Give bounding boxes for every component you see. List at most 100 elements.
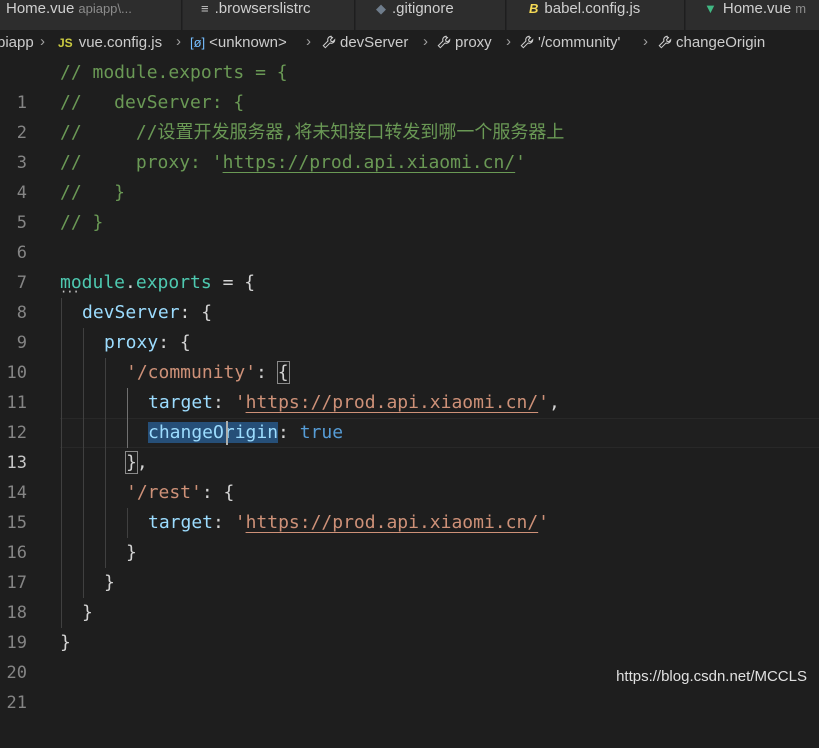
code-line: 15 '/rest': { xyxy=(0,478,819,533)
code-key: target xyxy=(148,392,214,413)
tab-gitignore[interactable]: ◆ .gitignore xyxy=(356,0,506,30)
code-property: changeOrigin: true xyxy=(148,418,343,448)
tab-babel-config[interactable]: Bbabel.config.js xyxy=(507,0,685,30)
wrench-icon xyxy=(520,35,534,49)
tab-path: apiapp\... xyxy=(78,1,132,16)
word-part: rigin xyxy=(223,422,279,443)
code-property: devServer: { xyxy=(82,298,212,328)
code-property: '/rest': { xyxy=(126,478,234,508)
tab-path: m xyxy=(795,1,807,16)
breadcrumb-proxy[interactable]: proxy xyxy=(437,34,492,51)
code-line: 16 target: 'https://prod.api.xiaomi.cn/' xyxy=(0,508,819,563)
word-part: changeO xyxy=(148,422,224,443)
tab-label: babel.config.js xyxy=(544,0,641,17)
chevron-right-icon: › xyxy=(506,33,511,50)
chevron-right-icon: › xyxy=(40,33,45,50)
code-line: 7 xyxy=(0,238,819,293)
code-comment: // proxy: 'https://prod.api.xiaomi.cn/' xyxy=(60,148,526,178)
tab-label: .gitignore xyxy=(392,0,454,17)
watermark: https://blog.csdn.net/MCCLS xyxy=(616,668,807,685)
code-dot: . xyxy=(125,272,136,293)
wrench-icon xyxy=(437,35,451,49)
breadcrumb-devserver[interactable]: devServer xyxy=(322,34,408,51)
code-line-current: 13 changeOrigin: true xyxy=(0,418,819,473)
code-line: 9 devServer: { xyxy=(0,298,819,353)
text-cursor xyxy=(226,421,228,445)
chevron-right-icon: › xyxy=(306,33,311,50)
breadcrumb-unknown-label: <unknown> xyxy=(209,34,287,51)
code-quote: ' xyxy=(538,512,550,533)
chevron-right-icon: › xyxy=(176,33,181,50)
breadcrumb-changeorigin[interactable]: changeOrigin xyxy=(658,34,765,51)
tab-label: Home.vue xyxy=(722,0,792,17)
code-closing: }, xyxy=(125,448,148,478)
code-editor[interactable]: ··· 1 // module.exports = { 2 // devServ… xyxy=(0,58,819,713)
matched-brace: { xyxy=(276,361,290,384)
breadcrumb-file[interactable]: JS vue.config.js xyxy=(58,34,162,51)
git-icon: ◆ xyxy=(376,1,386,16)
code-line: 19 } xyxy=(0,598,819,653)
object-icon: [ø] xyxy=(190,35,206,50)
code-comment: // //设置开发服务器,将未知接口转发到哪一个服务器上 xyxy=(60,122,565,143)
code-key: proxy xyxy=(104,332,159,353)
code-line: 12 target: 'https://prod.api.xiaomi.cn/'… xyxy=(0,388,819,443)
code-exports: exports xyxy=(135,272,212,293)
tab-label: .browserslistrc xyxy=(214,0,311,17)
breadcrumb-community[interactable]: '/community' xyxy=(520,34,620,51)
selected-word: changeOrigin xyxy=(148,422,279,443)
code-punct: : { xyxy=(158,332,191,353)
vue-icon: ▼ xyxy=(704,1,717,16)
code-url-link[interactable]: https://prod.api.xiaomi.cn/ xyxy=(246,392,539,413)
breadcrumb-folder[interactable]: piapp xyxy=(0,34,34,51)
lines-icon: ≡ xyxy=(201,1,209,16)
code-url-link[interactable]: https://prod.api.xiaomi.cn/ xyxy=(246,512,539,533)
code-punct: : xyxy=(278,422,300,443)
code-comment: // } xyxy=(60,182,126,203)
tab-home-vue[interactable]: ▼ Home.vue m xyxy=(686,0,819,30)
code-line: 20 } xyxy=(0,628,819,683)
tab-home-vue-apiapp[interactable]: Home.vue apiapp\... xyxy=(0,0,182,30)
code-line: 14 }, xyxy=(0,448,819,503)
code-key: target xyxy=(148,512,214,533)
code-property: proxy: { xyxy=(104,328,191,358)
code-property: target: 'https://prod.api.xiaomi.cn/', xyxy=(148,388,560,418)
code-property: '/community': { xyxy=(126,358,290,388)
code-property: target: 'https://prod.api.xiaomi.cn/' xyxy=(148,508,549,538)
code-line: 8 module.exports = { xyxy=(0,268,819,323)
editor-tab-bar: Home.vue apiapp\... ≡ .browserslistrc ◆ .gi… xyxy=(0,0,819,30)
code-boolean: true xyxy=(299,422,344,443)
comment-url-link[interactable]: https://prod.api.xiaomi.cn/ xyxy=(223,152,516,173)
breadcrumb-community-label: '/community' xyxy=(538,34,621,51)
code-comment: // devServer: { xyxy=(60,92,245,113)
code-punct: : xyxy=(213,392,235,413)
code-string-key: '/rest' xyxy=(126,482,202,503)
breadcrumb-devserver-label: devServer xyxy=(340,34,409,51)
code-closing-brace: } xyxy=(104,572,115,593)
code-module: module xyxy=(60,272,126,293)
chevron-right-icon: › xyxy=(423,33,428,50)
code-line: 1 // module.exports = { xyxy=(0,58,819,113)
code-line: 10 proxy: { xyxy=(0,328,819,383)
code-line: 2 // devServer: { xyxy=(0,88,819,143)
comment-quote: ' xyxy=(515,152,527,173)
code-line: 6 // } xyxy=(0,208,819,263)
breadcrumb-proxy-label: proxy xyxy=(455,34,492,51)
code-comment: // } xyxy=(60,212,104,233)
tab-label: Home.vue xyxy=(6,0,75,17)
code-punct: : xyxy=(213,512,235,533)
code-line: 11 '/community': { xyxy=(0,358,819,413)
code-closing-brace: } xyxy=(60,632,71,653)
breadcrumb: piapp › JS vue.config.js › [ø] <unknown> ›… xyxy=(0,30,819,58)
js-file-icon: JS xyxy=(58,36,73,50)
breadcrumb-unknown[interactable]: [ø] <unknown> xyxy=(190,34,287,51)
code-closing-brace: } xyxy=(82,602,93,623)
code-line: 18 } xyxy=(0,568,819,623)
tab-browserslistrc[interactable]: ≡ .browserslistrc xyxy=(183,0,355,30)
code-key: devServer xyxy=(82,302,180,323)
code-comment: // module.exports = { xyxy=(60,62,288,83)
code-line: 3 // //设置开发服务器,将未知接口转发到哪一个服务器上 xyxy=(0,118,819,173)
breadcrumb-file-label: vue.config.js xyxy=(78,34,163,51)
code-line: 17 } xyxy=(0,538,819,593)
code-punct: : xyxy=(256,362,278,383)
code-quote: ' xyxy=(234,512,246,533)
